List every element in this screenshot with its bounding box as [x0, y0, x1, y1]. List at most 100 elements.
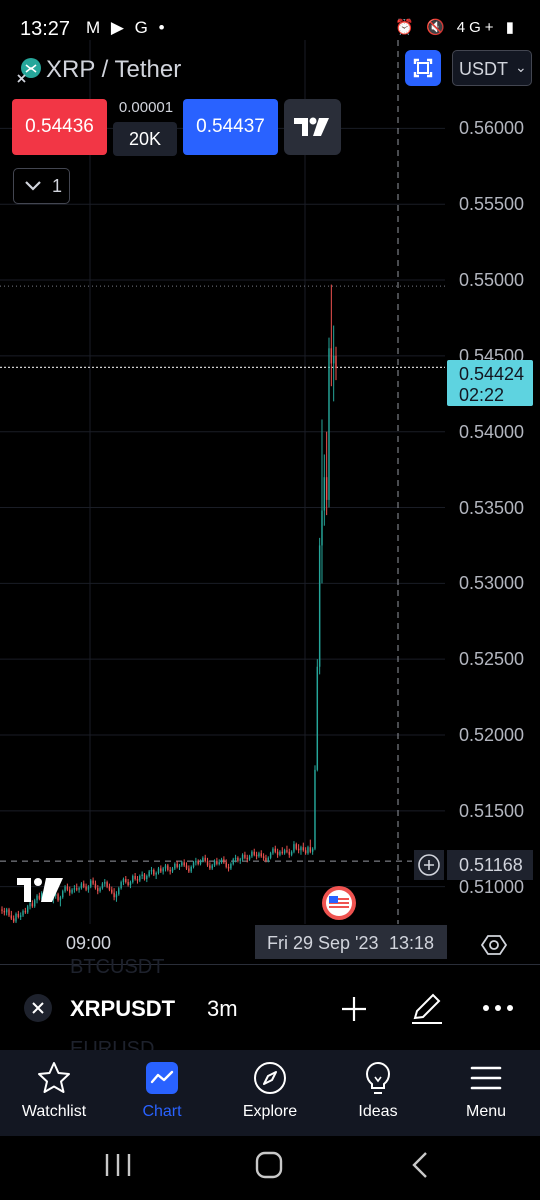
- chart-settings-icon[interactable]: [481, 932, 507, 958]
- recent-apps-icon[interactable]: [104, 1152, 132, 1178]
- us-flag-event-icon[interactable]: [321, 885, 357, 921]
- tab-menu[interactable]: Menu: [432, 1050, 540, 1136]
- more-icon[interactable]: [482, 1000, 514, 1016]
- candle-body: [204, 857, 206, 861]
- candle-body: [141, 874, 143, 877]
- candle-body: [332, 355, 335, 364]
- plus-circle-icon: [418, 854, 440, 876]
- broker-button[interactable]: [284, 99, 341, 155]
- candle-body: [87, 886, 90, 890]
- crosshair-time-label: Fri 29 Sep '23 13:18: [255, 925, 447, 959]
- fullscreen-icon: [413, 58, 433, 78]
- candle-body: [69, 889, 71, 893]
- candle-body: [192, 862, 195, 867]
- candle-body: [66, 886, 69, 890]
- candle-body: [127, 882, 129, 886]
- tab-watchlist[interactable]: Watchlist: [0, 1050, 108, 1136]
- candle-body: [248, 856, 251, 860]
- interval-button[interactable]: 3m: [207, 996, 238, 1022]
- candle-body: [330, 348, 333, 364]
- xrp-logo-icon: [17, 58, 41, 83]
- candle-body: [213, 860, 216, 866]
- candle-body: [230, 863, 232, 869]
- fullscreen-button[interactable]: [405, 50, 441, 86]
- candle-body: [97, 888, 99, 892]
- buy-button[interactable]: 0.54437: [183, 99, 278, 155]
- previous-symbol-ghost: BTCUSDT: [70, 956, 165, 978]
- candle-body: [225, 862, 227, 867]
- home-icon[interactable]: [255, 1151, 283, 1179]
- candle-body: [162, 868, 164, 872]
- price-axis-label: 0.53000: [459, 573, 525, 594]
- studies-toggle[interactable]: 1: [13, 168, 70, 204]
- candle-body: [328, 348, 330, 500]
- candle-body: [76, 888, 78, 890]
- candle-body: [94, 883, 97, 889]
- back-icon[interactable]: [410, 1151, 430, 1179]
- currency-select[interactable]: USDT ⌄: [452, 50, 532, 86]
- candle-body: [101, 883, 104, 889]
- candle-body: [19, 915, 22, 917]
- clock: 13:27: [20, 18, 71, 40]
- star-icon: [38, 1062, 70, 1093]
- sell-button[interactable]: 0.54436: [12, 99, 107, 155]
- candle-body: [183, 862, 185, 866]
- candle-body: [202, 857, 204, 861]
- price-axis-label: 0.51500: [459, 800, 525, 821]
- candle-body: [5, 909, 8, 913]
- tab-bar: Watchlist Chart Explore Ideas Menu: [0, 1050, 540, 1136]
- last-price-value: 0.54424: [459, 364, 525, 384]
- tab-chart-label: Chart: [142, 1103, 182, 1120]
- time-axis-label: 09:00: [66, 933, 112, 953]
- candle-body: [227, 866, 230, 869]
- candle-body: [272, 848, 274, 854]
- candle-body: [125, 879, 127, 883]
- candle-body: [244, 854, 246, 858]
- candle-body: [262, 856, 265, 858]
- candle-body: [276, 851, 279, 855]
- tab-ideas[interactable]: Ideas: [324, 1050, 432, 1136]
- add-icon[interactable]: [339, 994, 369, 1024]
- tab-ideas-label: Ideas: [358, 1103, 398, 1120]
- tab-explore[interactable]: Explore: [216, 1050, 324, 1136]
- price-axis-label: 0.55500: [459, 194, 525, 215]
- bar-countdown: 02:22: [459, 385, 505, 405]
- candle-body: [155, 872, 157, 875]
- candle-body: [178, 865, 181, 867]
- candle-body: [304, 850, 307, 854]
- symbol-title[interactable]: XRP / Tether: [46, 56, 181, 84]
- crosshair-time: 13:18: [389, 933, 435, 953]
- candle-body: [300, 847, 302, 851]
- candle-body: [295, 844, 298, 849]
- quantity-field[interactable]: 20K: [113, 122, 177, 156]
- candle-body: [171, 868, 174, 872]
- candle-body: [234, 857, 237, 860]
- candle-body: [150, 869, 153, 872]
- price-axis-label: 0.56000: [459, 118, 525, 139]
- price-axis-label: 0.52500: [459, 649, 525, 670]
- price-axis-label: 0.53500: [459, 497, 525, 518]
- close-symbol-button[interactable]: [24, 994, 52, 1022]
- candle-body: [108, 886, 111, 890]
- candle-body: [318, 545, 321, 667]
- candle-body: [195, 860, 197, 863]
- candle-body: [297, 848, 300, 851]
- candle-body: [15, 913, 17, 922]
- candle-body: [83, 883, 85, 887]
- lightbulb-icon: [365, 1062, 391, 1094]
- symbol-name[interactable]: XRPUSDT: [70, 996, 175, 1022]
- candle-body: [281, 851, 284, 854]
- candle-body: [104, 882, 106, 884]
- candle-body: [8, 909, 10, 916]
- drawing-pen-icon[interactable]: [409, 990, 445, 1026]
- price-axis-label: 0.54000: [459, 421, 525, 442]
- add-alert-button[interactable]: [414, 850, 444, 880]
- candle-body: [22, 910, 24, 916]
- candle-body: [99, 888, 101, 892]
- tradingview-watermark-icon: [17, 878, 63, 902]
- candle-body: [115, 894, 118, 898]
- tab-chart[interactable]: Chart: [108, 1050, 216, 1136]
- candle-body: [17, 913, 20, 917]
- candle-body: [190, 866, 192, 872]
- chevron-down-icon: [25, 181, 41, 191]
